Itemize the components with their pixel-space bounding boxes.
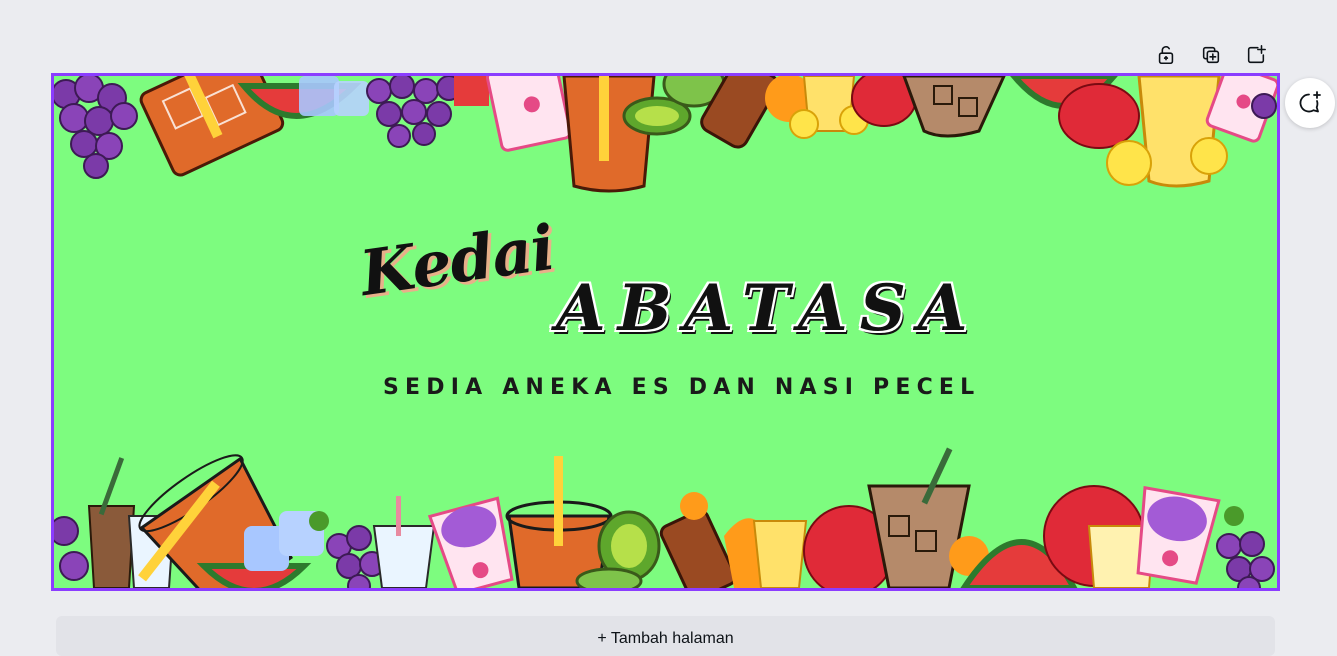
add-comment-button[interactable] bbox=[1285, 78, 1335, 128]
unlock-icon bbox=[1158, 46, 1174, 65]
design-canvas[interactable]: Kedai ABATASA SEDIA ANEKA ES DAN NASI PE… bbox=[51, 73, 1280, 591]
duplicate-page-button[interactable] bbox=[1195, 40, 1227, 70]
duplicate-page-icon bbox=[1202, 46, 1220, 64]
headline-abatasa[interactable]: ABATASA bbox=[555, 270, 980, 347]
add-page-label: + Tambah halaman bbox=[597, 630, 734, 647]
add-page-button[interactable]: + Tambah halaman bbox=[56, 616, 1275, 656]
unlock-button[interactable] bbox=[1150, 40, 1182, 70]
add-page-icon bbox=[1247, 45, 1266, 64]
add-page-button-top[interactable] bbox=[1240, 40, 1272, 70]
subtitle-text[interactable]: SEDIA ANEKA ES DAN NASI PECEL bbox=[383, 375, 980, 400]
page-toolbar bbox=[1150, 40, 1272, 70]
add-comment-icon bbox=[1299, 91, 1321, 113]
